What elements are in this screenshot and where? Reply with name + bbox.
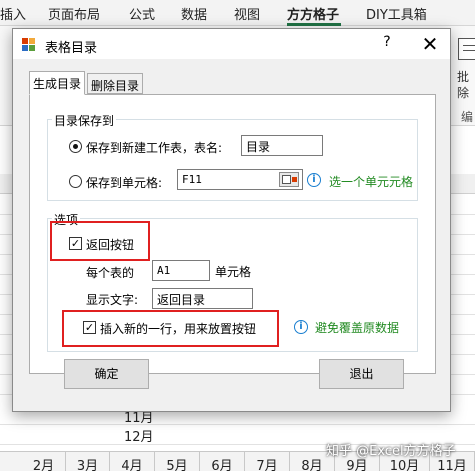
sheet-tab[interactable]: 5月 [155,452,200,471]
ribbon-tab-page-layout[interactable]: 页面布局 [48,4,100,23]
info-icon: i [294,320,308,334]
watermark: 知乎 @Excel方方格子 [326,444,456,459]
avoid-overwrite-hint: 避免覆盖原数据 [315,321,400,335]
table-app-icon [22,38,36,52]
sheet-tab[interactable]: 2月 [22,452,66,471]
sheet-tab[interactable]: 6月 [200,452,245,471]
grid-line [0,424,475,425]
save-location-group-title: 目录保存到 [52,112,117,129]
exit-button[interactable]: 退出 [319,359,404,389]
sheet-tab[interactable]: 7月 [245,452,290,471]
back-button-checkbox[interactable]: ✓ [69,237,82,250]
each-sheet-cell-value: A1 [157,264,171,277]
info-icon: i [307,173,321,187]
tab-generate-toc[interactable]: 生成目录 [29,71,86,95]
ribbon-tab-bar: 插入 页面布局 公式 数据 视图 方方格子 DIY工具箱 [0,0,475,26]
help-button[interactable]: ? [379,34,395,54]
ribbon-tab-data[interactable]: 数据 [181,4,207,23]
table-of-contents-dialog: 表格目录 ? ✕ 生成目录 删除目录 目录保存到 保存到新建工作表，表名: 目录… [12,28,451,412]
radio-new-sheet[interactable] [69,140,82,153]
ribbon-tab-fangfang[interactable]: 方方格子 [287,4,339,23]
display-text-label: 显示文字: [86,293,139,307]
dialog-title: 表格目录 [45,41,98,56]
ok-button[interactable]: 确定 [64,359,149,389]
cell-reference-value: F11 [182,173,202,186]
select-cell-hint: 选一个单元元格 [329,175,414,189]
cell-picker-icon[interactable] [279,172,299,187]
radio-new-sheet-label[interactable]: 保存到新建工作表，表名: [86,139,222,156]
each-sheet-cell-input[interactable]: A1 [152,260,210,281]
sheet-tab[interactable]: 4月 [110,452,155,471]
ribbon-group-label: 编 [461,110,474,124]
ribbon-tab-diy-toolbox[interactable]: DIY工具箱 [366,4,427,23]
cell-suffix-label: 单元格 [215,265,252,279]
insert-row-checkbox[interactable]: ✓ [83,321,96,334]
each-sheet-label: 每个表的 [86,266,135,280]
new-sheet-name-input[interactable]: 目录 [241,135,323,156]
close-button[interactable]: ✕ [417,31,443,57]
ribbon-tab-view[interactable]: 视图 [234,4,260,23]
back-button-checkbox-label[interactable]: 返回按钮 [86,236,134,253]
ribbon-side-label-1: 批 [457,70,470,84]
ribbon-tab-insert[interactable]: 插入 [0,4,26,23]
ribbon-tab-formulas[interactable]: 公式 [129,4,155,23]
sheet-cell[interactable]: 12月 [124,426,154,445]
radio-save-to-cell[interactable] [69,175,82,188]
batch-delete-icon[interactable] [458,38,475,60]
display-text-input[interactable]: 返回目录 [152,288,253,309]
insert-row-checkbox-label[interactable]: 插入新的一行，用来放置按钮 [100,320,256,337]
ribbon-side-label-2: 除 [457,86,470,100]
tab-delete-toc[interactable]: 删除目录 [87,73,144,94]
sheet-tab[interactable]: 3月 [66,452,110,471]
dialog-titlebar[interactable]: 表格目录 ? ✕ [13,29,450,59]
radio-save-to-cell-label[interactable]: 保存到单元格: [86,174,162,191]
